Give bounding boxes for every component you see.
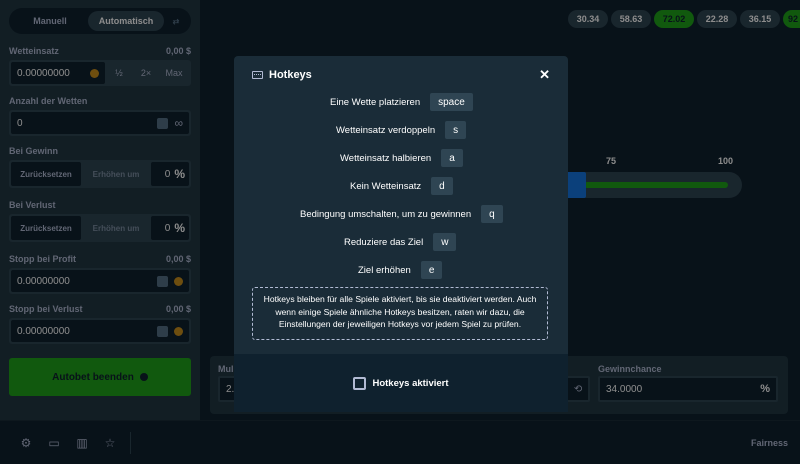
hotkey-label: Reduziere das Ziel xyxy=(344,236,424,248)
hotkey-row: Wetteinsatz halbieren a xyxy=(340,149,463,167)
hotkey-row: Wetteinsatz verdoppeln s xyxy=(336,121,467,139)
hotkeys-modal: Hotkeys ✕ Eine Wette platzieren space We… xyxy=(234,56,568,412)
hotkey-label: Ziel erhöhen xyxy=(358,264,411,276)
hotkey-label: Kein Wetteinsatz xyxy=(350,180,422,192)
hotkey-label: Bedingung umschalten, um zu gewinnen xyxy=(300,208,472,220)
modal-header: Hotkeys ✕ xyxy=(234,56,568,94)
hotkeys-note: Hotkeys bleiben für alle Spiele aktivier… xyxy=(252,287,548,340)
hotkey-row: Eine Wette platzieren space xyxy=(330,93,473,111)
hotkeys-enabled-label[interactable]: Hotkeys aktiviert xyxy=(372,378,448,389)
hotkeys-enabled-checkbox[interactable] xyxy=(353,376,367,390)
modal-footer: Hotkeys aktiviert xyxy=(234,354,568,412)
modal-title: Hotkeys xyxy=(252,69,312,81)
hotkey-key: w xyxy=(433,233,457,251)
hotkey-key: d xyxy=(431,177,453,195)
hotkey-key: space xyxy=(430,93,473,111)
hotkey-row: Ziel erhöhen e xyxy=(358,261,443,279)
close-icon[interactable]: ✕ xyxy=(539,67,550,83)
hotkey-row: Bedingung umschalten, um zu gewinnen q xyxy=(300,205,503,223)
hotkey-key: a xyxy=(441,149,463,167)
keyboard-icon xyxy=(252,71,263,79)
modal-title-text: Hotkeys xyxy=(269,69,312,81)
hotkey-label: Wetteinsatz halbieren xyxy=(340,152,432,164)
hotkey-row: Reduziere das Ziel w xyxy=(344,233,457,251)
hotkey-row: Kein Wetteinsatz d xyxy=(350,177,453,195)
hotkey-key: s xyxy=(445,121,467,139)
hotkey-key: q xyxy=(481,205,503,223)
hotkey-label: Eine Wette platzieren xyxy=(330,96,421,108)
hotkey-key: e xyxy=(420,261,443,279)
hotkey-label: Wetteinsatz verdoppeln xyxy=(336,124,436,136)
